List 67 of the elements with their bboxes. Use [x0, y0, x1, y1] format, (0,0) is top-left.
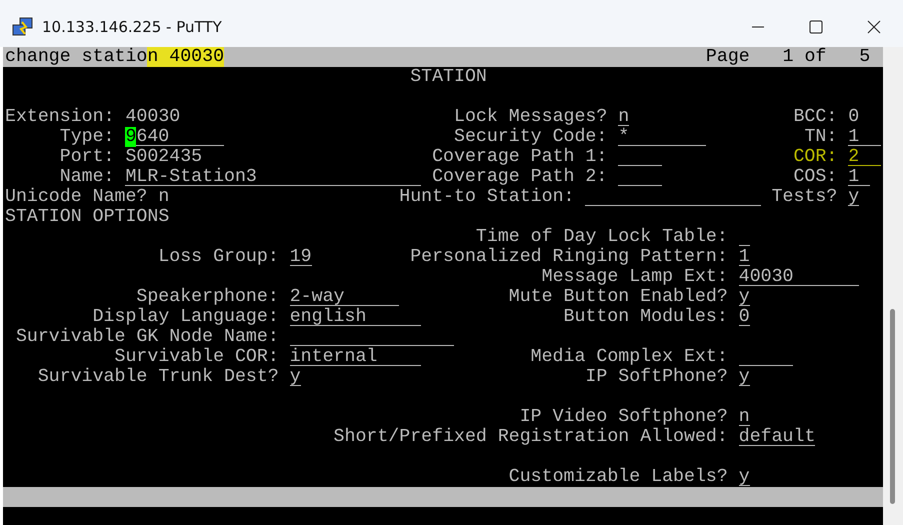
input-field[interactable]: y: [738, 467, 750, 486]
command-text: change statio: [5, 47, 148, 67]
field-value: 40030: [125, 107, 180, 127]
input-field[interactable]: 40030: [738, 267, 860, 286]
field-label: Button Modules:: [564, 307, 728, 327]
page-label: Page: [706, 47, 750, 67]
scrollbar[interactable]: [883, 47, 903, 525]
field-label: Speakerphone:: [136, 287, 279, 307]
field-label: Extension:: [5, 107, 115, 127]
command-text: n 40030: [147, 47, 224, 67]
field-label: Coverage Path 1:: [432, 147, 608, 167]
input-field[interactable]: english: [290, 307, 422, 326]
input-field[interactable]: *: [618, 127, 706, 146]
input-field[interactable]: default: [738, 427, 816, 446]
field-label: Time of Day Lock Table:: [476, 227, 728, 247]
field-value: S002435: [125, 147, 202, 167]
input-field[interactable]: y: [848, 187, 860, 206]
field-label: Media Complex Ext:: [530, 347, 728, 367]
input-field[interactable]: 2: [848, 147, 882, 166]
field-label: Name:: [60, 167, 115, 187]
field-label: IP Video Softphone?: [520, 407, 728, 427]
field-label: Customizable Labels?: [508, 467, 728, 487]
input-field[interactable]: n: [618, 107, 630, 126]
field-value: 0: [848, 107, 860, 127]
section-heading: STATION OPTIONS: [5, 207, 170, 227]
input-field[interactable]: y: [738, 287, 750, 306]
page-position: 1 of: [782, 47, 826, 67]
field-label: Security Code:: [454, 127, 608, 147]
input-field[interactable]: 1: [848, 127, 882, 146]
field-label: Mute Button Enabled?: [508, 287, 728, 307]
field-label: Message Lamp Ext:: [542, 267, 728, 287]
app-icon: [12, 16, 34, 36]
field-label: Coverage Path 2:: [432, 167, 608, 187]
field-label: Lock Messages?: [454, 107, 608, 127]
field-label: Type:: [60, 127, 115, 147]
field-label: Loss Group:: [158, 247, 279, 267]
input-field[interactable]: 9640: [125, 127, 224, 146]
page-total: 5: [859, 47, 870, 67]
field-value: n: [158, 187, 170, 207]
field-label: Unicode Name?: [5, 187, 148, 207]
field-label: TN:: [804, 127, 838, 147]
field-label: Short/Prefixed Registration Allowed:: [334, 427, 728, 447]
field-label: BCC:: [793, 107, 838, 127]
scrollbar-thumb[interactable]: [890, 309, 895, 504]
field-label: Tests?: [772, 187, 838, 207]
input-field[interactable]: 1: [738, 247, 750, 266]
window-title: 10.133.146.225 - PuTTY: [42, 18, 223, 36]
input-field[interactable]: 19: [290, 247, 312, 266]
field-label: Survivable GK Node Name:: [16, 327, 279, 347]
input-field[interactable]: internal: [290, 347, 422, 366]
screen-title: STATION: [410, 67, 487, 87]
field-label: Survivable Trunk Dest?: [38, 367, 279, 387]
field-label: IP SoftPhone?: [585, 367, 728, 387]
input-field[interactable]: MLR-Station3: [125, 167, 422, 186]
field-label: Personalized Ringing Pattern:: [410, 247, 728, 267]
input-field[interactable]: 1: [848, 167, 870, 186]
field-label: COS:: [793, 167, 838, 187]
field-label: Display Language:: [92, 307, 279, 327]
input-field[interactable]: y: [738, 367, 750, 386]
field-label: Hunt-to Station:: [399, 187, 574, 207]
input-field[interactable]: y: [290, 367, 301, 386]
input-field[interactable]: n: [738, 407, 750, 426]
field-label: Port:: [60, 147, 115, 167]
input-field[interactable]: 0: [738, 307, 750, 326]
input-field[interactable]: 2-way: [290, 287, 400, 306]
field-label: Survivable COR:: [114, 347, 279, 367]
field-label: COR:: [793, 147, 838, 167]
